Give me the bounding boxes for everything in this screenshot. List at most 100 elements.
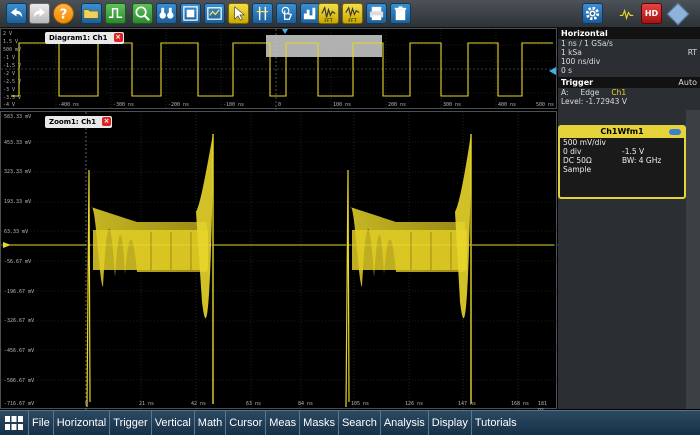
y-tick: 63.33 mV — [4, 229, 29, 235]
autoset-icon — [108, 7, 123, 19]
horizontal-box[interactable]: Horizontal 1 ns / 1 GSa/s 1 kSa RT 100 ns… — [558, 28, 700, 75]
horizontal-row: 1 ns / 1 GSa/s — [561, 39, 613, 48]
redo-icon — [33, 7, 46, 18]
y-tick: -586.67 mV — [4, 378, 35, 384]
x-tick: 147 ns — [458, 401, 477, 407]
y-tick: 323.33 mV — [4, 169, 32, 175]
menu-analysis[interactable]: Analysis — [379, 410, 428, 435]
ringing-burst-1 — [86, 134, 214, 408]
x-tick: -200 ns — [168, 102, 190, 108]
menu-horizontal[interactable]: Horizontal — [52, 410, 110, 435]
diagram1-pane[interactable]: Diagram1: Ch1 × 2 V 1.5 V 500 mV -1 V -1… — [0, 28, 558, 110]
open-button[interactable] — [81, 3, 102, 24]
redo-button[interactable] — [29, 3, 50, 24]
zoom-label[interactable]: Zoom1: Ch1 × — [45, 116, 113, 128]
x-tick: 63 ns — [246, 401, 262, 407]
x-tick: 300 ns — [443, 102, 462, 108]
trigger-box[interactable]: Trigger Auto A: Edge Ch1 Level: -1.72943… — [558, 77, 700, 106]
trash-icon — [394, 6, 407, 21]
touch-button[interactable] — [276, 3, 297, 24]
wfm-toggle-icon[interactable] — [669, 129, 681, 135]
cursor-icon — [256, 6, 269, 21]
zoom-pane[interactable]: Zoom1: Ch1 × 583.33 mV 453.33 mV 323.33 … — [0, 111, 558, 413]
fft-button[interactable]: FFT — [318, 3, 339, 24]
y-tick: -456.67 mV — [4, 348, 35, 354]
zoom-window-icon — [183, 6, 198, 21]
toolbar: ? FFT FFT HD — [0, 0, 700, 28]
diagram1-label[interactable]: Diagram1: Ch1 × — [45, 32, 124, 44]
signal-bar-scrollbar[interactable] — [686, 110, 700, 409]
binoculars-icon — [159, 7, 174, 19]
horizontal-row: 0 s — [561, 66, 573, 75]
undo-button[interactable] — [6, 3, 27, 24]
signal-icon — [616, 3, 637, 24]
measure-window-icon — [207, 7, 222, 20]
wfm-row: 500 mV/div — [563, 138, 606, 147]
trigger-mode: Auto — [678, 78, 697, 87]
menu-vertical[interactable]: Vertical — [150, 410, 194, 435]
hd-mode-button[interactable]: HD — [641, 3, 662, 24]
x-tick: 0 — [85, 401, 89, 407]
diagram1-close-icon[interactable]: × — [113, 33, 123, 42]
zoom-close-icon[interactable]: × — [102, 117, 112, 126]
trigger-level-marker[interactable] — [549, 67, 556, 75]
horizontal-title: Horizontal — [558, 28, 700, 39]
menu-meas[interactable]: Meas — [265, 410, 299, 435]
ch1-waveform-box[interactable]: Ch1Wfm1 500 mV/div 0 div -1.5 V DC 50Ω BW:… — [558, 125, 686, 199]
x-tick: -300 ns — [113, 102, 135, 108]
menu-search[interactable]: Search — [337, 410, 380, 435]
wfm-row: 0 div -1.5 V — [563, 147, 645, 156]
rs-logo-icon — [666, 2, 690, 26]
sync-zoom-button[interactable] — [156, 3, 177, 24]
trigger-header: Trigger Auto — [558, 77, 700, 88]
x-tick: 84 ns — [298, 401, 314, 407]
zoom-window-button[interactable] — [180, 3, 201, 24]
undo-icon — [10, 7, 23, 18]
fft-dual-button[interactable]: FFT — [342, 3, 363, 24]
pointer-button[interactable] — [228, 3, 249, 24]
settings-button[interactable] — [582, 3, 603, 24]
touch-icon — [281, 6, 293, 20]
delete-button[interactable] — [390, 3, 411, 24]
wfm-row: DC 50Ω BW: 4 GHz — [563, 156, 662, 165]
zoom-region[interactable] — [266, 35, 382, 57]
y-tick: -326.67 mV — [4, 318, 35, 324]
apps-button[interactable] — [0, 411, 28, 435]
autoset-button[interactable] — [105, 3, 126, 24]
menu-math[interactable]: Math — [193, 410, 225, 435]
ch1-offset-marker[interactable] — [3, 242, 11, 248]
menu-tutorials[interactable]: Tutorials — [470, 410, 520, 435]
x-tick: 126 ns — [405, 401, 424, 407]
y-tick: 500 mV — [3, 47, 22, 53]
x-tick: 400 ns — [498, 102, 517, 108]
measure-window-button[interactable] — [204, 3, 225, 24]
help-button[interactable]: ? — [53, 3, 74, 24]
zoom-button[interactable] — [132, 3, 153, 24]
trigger-position-marker[interactable] — [282, 29, 288, 34]
menu-trigger[interactable]: Trigger — [109, 410, 150, 435]
menu-display[interactable]: Display — [427, 410, 471, 435]
y-tick: -716.67 mV — [4, 401, 35, 407]
y-tick: -56.67 mV — [4, 259, 32, 265]
menu-file[interactable]: File — [28, 410, 53, 435]
magnifier-icon — [135, 6, 150, 21]
right-panel: Horizontal 1 ns / 1 GSa/s 1 kSa RT 100 ns… — [558, 28, 700, 409]
y-tick: 193.33 mV — [4, 199, 32, 205]
y-tick: -1.5 V — [3, 63, 22, 69]
menu-masks[interactable]: Masks — [299, 410, 338, 435]
menu-cursor[interactable]: Cursor — [225, 410, 265, 435]
svg-text:FFT: FFT — [348, 18, 356, 23]
y-tick: 583.33 mV — [4, 114, 32, 120]
y-tick: -2 V — [3, 71, 16, 77]
trigger-row: Level: -1.72943 V — [561, 97, 627, 106]
zoom-grid — [1, 112, 558, 410]
print-button[interactable] — [366, 3, 387, 24]
x-tick: 42 ns — [191, 401, 207, 407]
cursor-button[interactable] — [252, 3, 273, 24]
x-tick: 21 ns — [139, 401, 155, 407]
x-tick: 168 ns — [511, 401, 530, 407]
grid-icon — [5, 415, 23, 430]
y-tick: -3 V — [3, 87, 16, 93]
y-tick: -4 V — [3, 102, 16, 108]
fft-dual-icon: FFT — [345, 6, 360, 23]
